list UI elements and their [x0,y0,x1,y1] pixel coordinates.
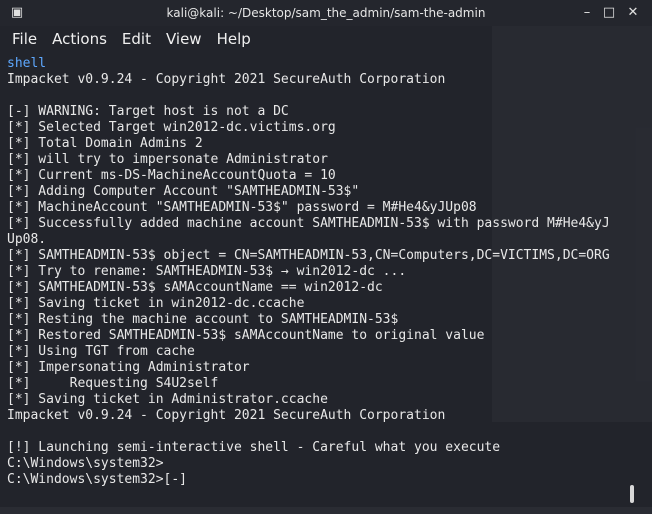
scrollbar-thumb[interactable] [630,485,634,503]
terminal-line: C:\Windows\system32> [7,456,164,471]
terminal-line: [*] Requesting S4U2self [7,376,219,391]
menu-edit[interactable]: Edit [122,30,151,48]
menu-file[interactable]: File [12,30,37,48]
terminal-line: [*] Adding Computer Account "SAMTHEADMIN… [7,184,360,199]
terminal-line: [*] Using TGT from cache [7,344,195,359]
terminal-icon: ▣ [10,5,24,20]
terminal-line: Impacket v0.9.24 - Copyright 2021 Secure… [7,408,446,423]
menu-actions[interactable]: Actions [52,30,107,48]
terminal-line: Impacket v0.9.24 - Copyright 2021 Secure… [7,72,446,87]
terminal-line: [*] Saving ticket in Administrator.ccach… [7,392,328,407]
terminal-line: [*] Selected Target win2012-dc.victims.o… [7,120,336,135]
terminal-line: [*] Total Domain Admins 2 [7,136,203,151]
terminal-line: [!] Launching semi-interactive shell - C… [7,440,501,455]
terminal-window: ▣ kali@kali: ~/Desktop/sam_the_admin/sam… [0,0,652,514]
terminal-line: [*] will try to impersonate Administrato… [7,152,328,167]
window-title: kali@kali: ~/Desktop/sam_the_admin/sam-t… [166,6,486,20]
terminal-output[interactable]: shell Impacket v0.9.24 - Copyright 2021 S… [7,56,637,506]
terminal-line: [*] Try to rename: SAMTHEADMIN-53$ → win… [7,264,407,279]
menu-bar: File Actions Edit View Help [0,26,652,52]
menu-view[interactable]: View [166,30,202,48]
terminal-line: [-] WARNING: Target host is not a DC [7,104,289,119]
terminal-line: [*] SAMTHEADMIN-53$ object = CN=SAMTHEAD… [7,248,610,263]
terminal-line: C:\Windows\system32>[-] [7,472,188,487]
maximize-button[interactable]: □ [600,4,618,22]
terminal-line: [*] MachineAccount "SAMTHEADMIN-53$" pas… [7,200,477,215]
terminal-line: [*] Current ms-DS-MachineAccountQuota = … [7,168,336,183]
terminal-line: [*] Restored SAMTHEADMIN-53$ sAMAccountN… [7,328,485,343]
terminal-line: Up08. [7,232,47,247]
terminal-line: shell [7,56,47,71]
close-button[interactable]: ✕ [624,4,642,22]
terminal-line: [*] Successfully added machine account S… [7,216,610,231]
title-bar[interactable]: ▣ kali@kali: ~/Desktop/sam_the_admin/sam… [0,0,652,26]
minimize-button[interactable]: – [578,4,596,22]
terminal-line: [*] Impersonating Administrator [7,360,250,375]
terminal-line: [*] SAMTHEADMIN-53$ sAMAccountName == wi… [7,280,383,295]
window-bottom-edge [0,507,652,514]
terminal-line: [*] Resting the machine account to SAMTH… [7,312,399,327]
terminal-line: [*] Saving ticket in win2012-dc.ccache [7,296,305,311]
menu-help[interactable]: Help [217,30,251,48]
